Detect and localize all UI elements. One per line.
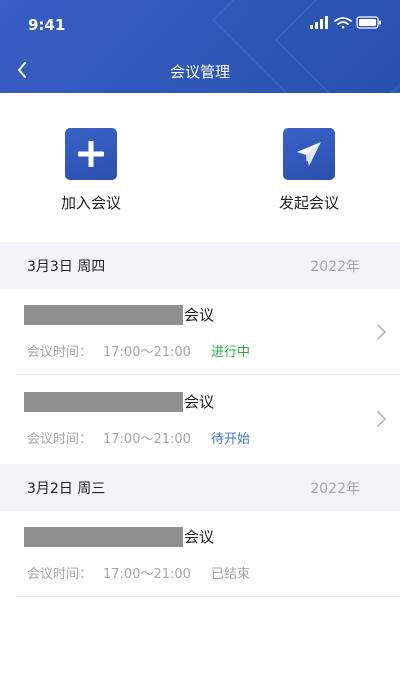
meeting-time: 17:00～21:00 [103,432,191,447]
meeting-item[interactable]: 会议 会议时间： 17:00～21:00 进行中 [0,289,400,375]
group-year: 2022年 [310,258,360,275]
status-time: 9:41 [28,16,66,34]
redacted-title [24,305,183,325]
meeting-time: 17:00～21:00 [103,567,191,582]
divider [16,374,400,375]
meeting-title-suffix: 会议 [184,306,215,324]
start-meeting-label: 发起会议 [278,194,339,212]
action-bar: 加入会议 发起会议 [0,93,400,242]
page-title: 会议管理 [169,63,230,81]
meeting-title-suffix: 会议 [184,528,215,546]
meeting-title-suffix: 会议 [184,393,215,411]
plus-icon [65,128,117,180]
status-badge: 已结束 [211,567,251,582]
meeting-time-label: 会议时间： [27,345,93,360]
status-badge: 待开始 [211,432,251,447]
meeting-time-label: 会议时间： [27,567,93,582]
status-icons [310,16,381,29]
meeting-time: 17:00～21:00 [103,345,191,360]
paper-plane-icon [283,128,335,180]
meeting-time-label: 会议时间： [27,432,93,447]
wifi-icon [334,17,352,29]
chevron-right-icon [377,324,386,340]
app-header: 9:41 会议管理 [0,0,400,93]
date-header: 3月3日 周四 2022年 [0,242,400,289]
redacted-title [24,392,183,412]
join-meeting-button[interactable]: 加入会议 [31,128,151,213]
group-date: 3月2日 周三 [27,480,106,497]
battery-icon [356,16,381,29]
start-meeting-button[interactable]: 发起会议 [249,128,369,213]
meeting-item[interactable]: 会议 会议时间： 17:00～21:00 待开始 [0,376,400,462]
status-badge: 进行中 [211,345,251,360]
date-header: 3月2日 周三 2022年 [0,464,400,511]
redacted-title [24,527,183,547]
meeting-item[interactable]: 会议 会议时间： 17:00～21:00 已结束 [0,511,400,597]
group-date: 3月3日 周四 [27,258,106,275]
divider [16,596,400,597]
signal-icon [310,16,328,29]
join-meeting-label: 加入会议 [60,194,121,212]
group-year: 2022年 [310,480,360,497]
chevron-right-icon [377,411,386,427]
